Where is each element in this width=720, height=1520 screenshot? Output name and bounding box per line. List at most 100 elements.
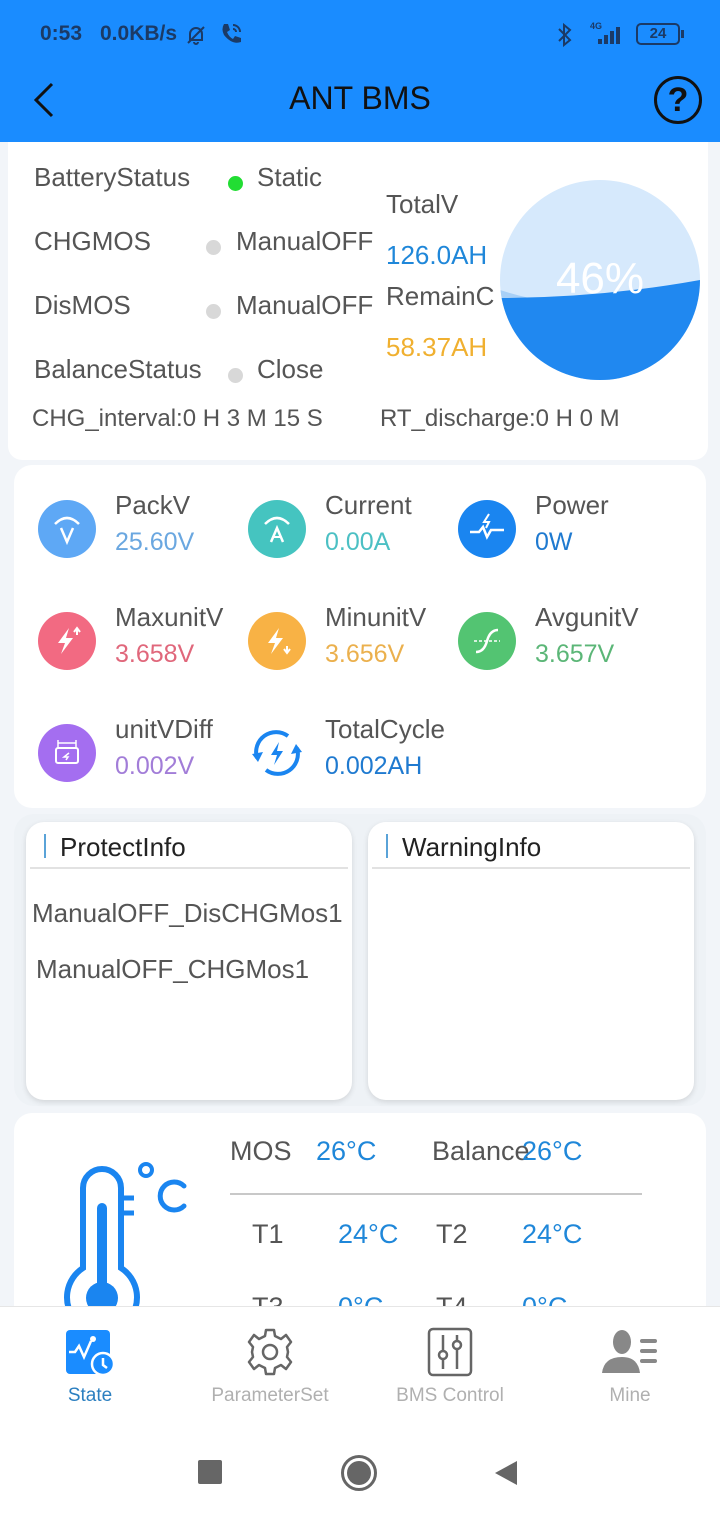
battery-icon: 24: [636, 23, 680, 45]
metric-name: MinunitV: [325, 602, 427, 632]
divider: [230, 1193, 642, 1195]
metric-name: PackV: [115, 490, 191, 520]
metric-power: Power 0W: [458, 490, 678, 560]
remain-value: 58.37AH: [386, 332, 488, 362]
divider: [372, 867, 690, 869]
recents-button[interactable]: [198, 1460, 222, 1484]
home-button[interactable]: [341, 1455, 377, 1491]
gear-icon: [247, 1328, 293, 1376]
metric-name: Power: [535, 490, 609, 520]
signal-4g-icon: 4G: [590, 21, 620, 44]
divider: [30, 867, 348, 869]
cycle-bolt-icon: [248, 724, 306, 782]
balance-status-label: BalanceStatus: [34, 354, 202, 384]
metric-value: 25.60V: [115, 528, 195, 556]
metric-packv: PackV 25.60V: [38, 490, 258, 560]
warning-info-panel: WarningInfo: [368, 822, 694, 1100]
soc-percent: 46%: [555, 254, 645, 303]
sensor-label: T2: [436, 1219, 468, 1249]
status-bar: 0:53 0.0KB/s 4G 24: [0, 0, 720, 70]
question-circle-icon[interactable]: ?: [654, 76, 702, 124]
chgmos-value: ManualOFF: [236, 226, 374, 256]
voltage-icon: [38, 500, 96, 558]
battery-tip: [681, 30, 684, 38]
metric-maxunitv: MaxunitV 3.658V: [38, 602, 258, 672]
dismos-value: ManualOFF: [236, 290, 374, 320]
nav-label: State: [67, 1385, 113, 1406]
nav-label: ParameterSet: [211, 1385, 329, 1406]
balance-status-value: Close: [257, 354, 324, 384]
mos-temp-value: 26°C: [316, 1136, 377, 1166]
nav-item-bms-control[interactable]: BMS Control: [360, 1307, 540, 1417]
back-button[interactable]: [493, 1459, 519, 1487]
average-curve-icon: [458, 612, 516, 670]
sensor-value: 24°C: [522, 1219, 583, 1249]
total-label: TotalV: [386, 189, 459, 219]
metric-name: unitVDiff: [115, 714, 213, 744]
warning-info-title: WarningInfo: [402, 832, 542, 862]
network-type: 4G: [590, 21, 602, 31]
metric-value: 3.658V: [115, 640, 195, 668]
page-title: ANT BMS: [289, 80, 431, 116]
metric-current: Current 0.00A: [248, 490, 468, 560]
sensor-label: T1: [252, 1219, 284, 1249]
title-accent-bar: [386, 834, 388, 858]
chg-interval: CHG_interval:0 H 3 M 15 S: [32, 405, 323, 432]
metric-value: 0.00A: [325, 528, 391, 556]
top-bar: 0:53 0.0KB/s 4G 24 ANT BMS ?: [0, 0, 720, 142]
battery-status-indicator: [228, 176, 243, 191]
metric-unitvdiff: unitVDiff 0.002V: [38, 714, 258, 784]
metric-value: 0.002AH: [325, 752, 423, 780]
bluetooth-icon: [558, 22, 572, 48]
metric-minunitv: MinunitV 3.656V: [248, 602, 468, 672]
bottom-nav: State ParameterSet BMS Control Mine: [0, 1306, 720, 1520]
rt-discharge: RT_discharge:0 H 0 M: [380, 405, 620, 432]
nav-item-state[interactable]: State: [0, 1307, 180, 1417]
thermometer-celsius-icon: [64, 1162, 187, 1308]
metric-name: TotalCycle: [325, 714, 445, 744]
sensor-value: 24°C: [338, 1219, 399, 1249]
power-wave-icon: [458, 500, 516, 558]
protect-info-panel: ProtectInfo ManualOFF_DisCHGMos1 ManualO…: [26, 822, 352, 1100]
chgmos-indicator: [206, 240, 221, 255]
balance-status-indicator: [228, 368, 243, 383]
metric-value: 0.002V: [115, 752, 195, 780]
nav-label: BMS Control: [396, 1385, 504, 1406]
status-net-speed: 0.0KB/s: [100, 22, 178, 45]
protect-info-item: ManualOFF_CHGMos1: [36, 954, 310, 984]
metric-value: 3.657V: [535, 640, 615, 668]
title-accent-bar: [44, 834, 46, 858]
nav-item-parameterset[interactable]: ParameterSet: [180, 1307, 360, 1417]
metric-name: AvgunitV: [535, 602, 639, 632]
battery-status-value: Static: [257, 162, 323, 192]
chgmos-label: CHGMOS: [34, 226, 151, 256]
nav-label: Mine: [609, 1385, 651, 1406]
metric-avgunitv: AvgunitV 3.657V: [458, 602, 678, 672]
home-button-inner: [347, 1461, 371, 1485]
ampere-icon: [248, 500, 306, 558]
mos-temp-label: MOS: [230, 1136, 292, 1166]
sliders-icon: [427, 1327, 473, 1377]
metric-name: Current: [325, 490, 412, 520]
protect-info-item: ManualOFF_DisCHGMos1: [32, 898, 343, 928]
metric-totalcycle: TotalCycle 0.002AH: [248, 714, 468, 784]
user-list-icon: [602, 1330, 657, 1373]
dismos-label: DisMOS: [34, 290, 131, 320]
status-time: 0:53: [40, 22, 83, 45]
metric-name: MaxunitV: [115, 602, 224, 632]
state-chart-icon: [66, 1330, 115, 1377]
battery-diff-icon: [38, 724, 96, 782]
protect-info-title: ProtectInfo: [60, 832, 186, 862]
battery-status-label: BatteryStatus: [34, 162, 191, 192]
metric-value: 3.656V: [325, 640, 405, 668]
wifi-call-icon: [222, 24, 241, 43]
soc-gauge: 46%: [500, 180, 700, 380]
nav-item-mine[interactable]: Mine: [540, 1307, 720, 1417]
bolt-down-icon: [248, 612, 306, 670]
dismos-indicator: [206, 304, 221, 319]
help-glyph: ?: [667, 81, 689, 119]
bell-off-icon: [187, 26, 205, 45]
total-value: 126.0AH: [386, 240, 488, 270]
battery-level: 24: [649, 25, 667, 42]
bolt-up-icon: [38, 612, 96, 670]
